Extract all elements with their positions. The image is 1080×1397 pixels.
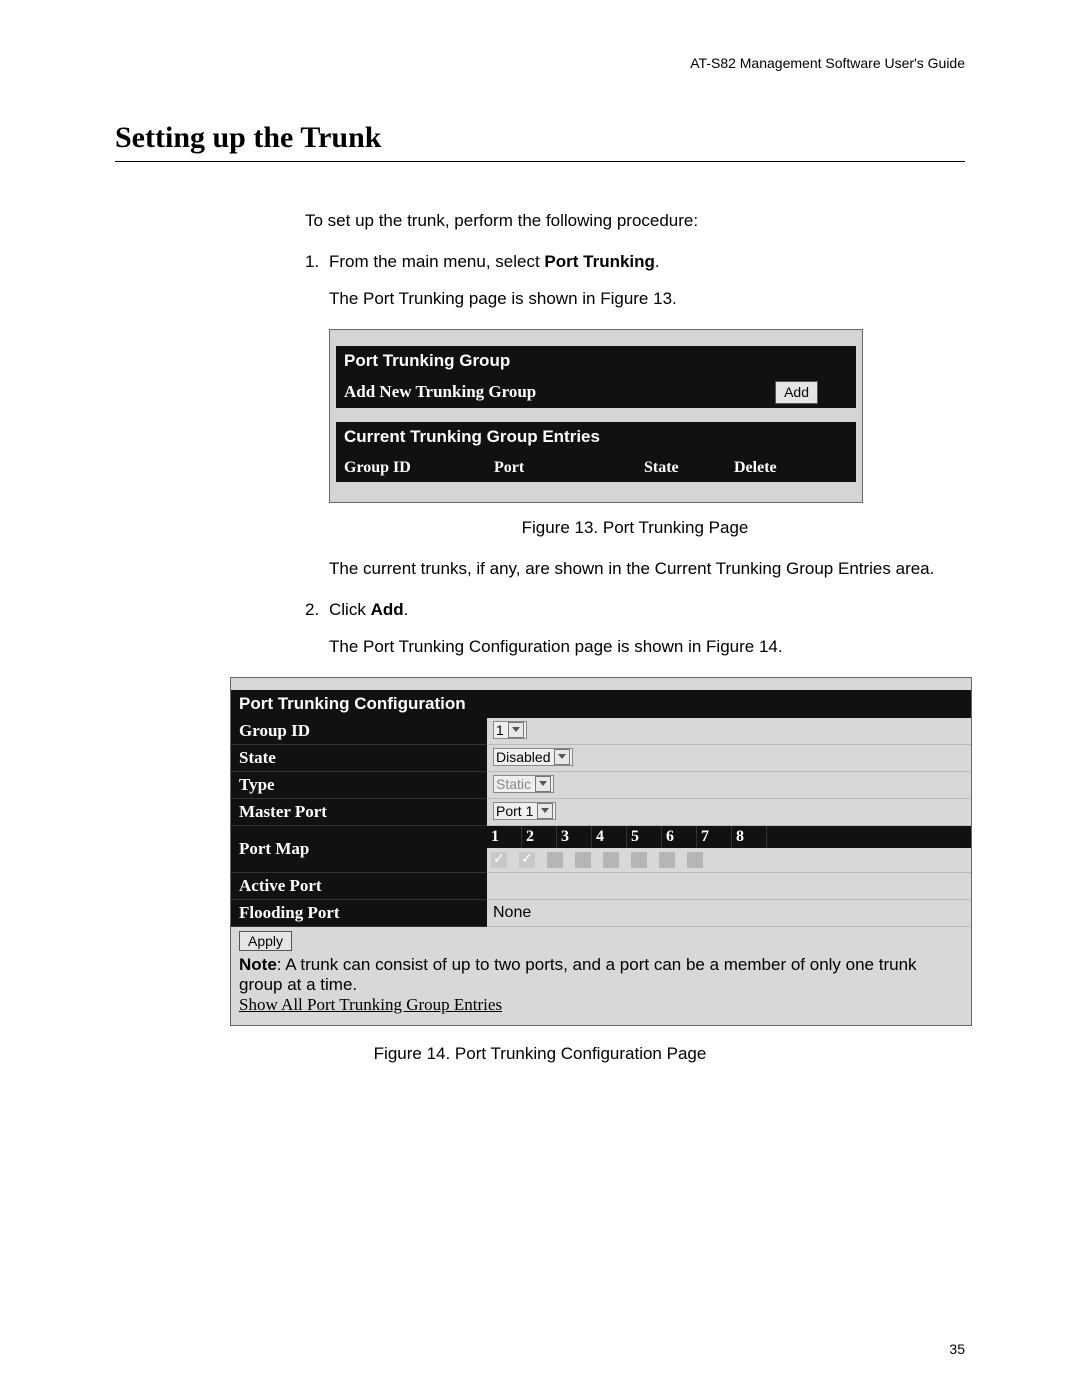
step-2: 2.Click Add. xyxy=(305,599,965,622)
select-state[interactable]: Disabled xyxy=(493,748,573,766)
figure-13: Port Trunking Group Add New Trunking Gro… xyxy=(329,329,863,503)
note-line: Note: A trunk can consist of up to two p… xyxy=(239,955,963,995)
intro-text: To set up the trunk, perform the followi… xyxy=(305,210,965,233)
value-active-port xyxy=(487,872,971,899)
value-flooding-port: None xyxy=(487,899,971,926)
col-port: Port xyxy=(494,457,644,479)
doc-header: AT-S82 Management Software User's Guide xyxy=(115,55,965,71)
label-group-id: Group ID xyxy=(231,718,487,745)
label-type: Type xyxy=(231,771,487,798)
portmap-num: 8 xyxy=(732,826,767,848)
chevron-down-icon xyxy=(554,749,570,765)
fig13-caption: Figure 13. Port Trunking Page xyxy=(305,517,965,540)
step-2-after: The Port Trunking Configuration page is … xyxy=(329,636,965,659)
note-text: : A trunk can consist of up to two ports… xyxy=(239,955,917,994)
portmap-checkbox-8[interactable] xyxy=(687,852,703,868)
portmap-num: 3 xyxy=(557,826,592,848)
select-master-port-value: Port 1 xyxy=(496,803,533,819)
select-type-value: Static xyxy=(496,776,531,792)
portmap-checkbox-1[interactable] xyxy=(491,852,507,868)
portmap-checkboxes xyxy=(487,848,971,872)
portmap-checkbox-4[interactable] xyxy=(575,852,591,868)
chevron-down-icon xyxy=(508,722,524,738)
portmap-header: 1 2 3 4 5 6 7 8 xyxy=(487,826,971,848)
col-delete: Delete xyxy=(734,457,848,479)
portmap-checkbox-3[interactable] xyxy=(547,852,563,868)
label-master-port: Master Port xyxy=(231,798,487,825)
col-group-id: Group ID xyxy=(344,457,494,479)
col-state: State xyxy=(644,457,734,479)
fig13-columns: Group ID Port State Delete xyxy=(336,453,856,483)
portmap-num: 4 xyxy=(592,826,627,848)
fig14-caption: Figure 14. Port Trunking Configuration P… xyxy=(115,1044,965,1064)
label-state: State xyxy=(231,744,487,771)
step-1-bold: Port Trunking xyxy=(544,252,655,271)
portmap-num: 2 xyxy=(522,826,557,848)
step-2-bold: Add xyxy=(371,600,404,619)
portmap-checkbox-5[interactable] xyxy=(603,852,619,868)
portmap-checkbox-6[interactable] xyxy=(631,852,647,868)
step-1-text-prefix: From the main menu, select xyxy=(329,252,544,271)
select-master-port[interactable]: Port 1 xyxy=(493,802,556,820)
add-button[interactable]: Add xyxy=(775,381,818,404)
portmap-num: 1 xyxy=(487,826,522,848)
section-title: Setting up the Trunk xyxy=(115,121,965,155)
step-2-text-prefix: Click xyxy=(329,600,371,619)
portmap-num: 5 xyxy=(627,826,662,848)
after-fig13-text: The current trunks, if any, are shown in… xyxy=(329,558,965,581)
select-type: Static xyxy=(493,775,554,793)
step-1-after: The Port Trunking page is shown in Figur… xyxy=(329,288,965,311)
fig14-title: Port Trunking Configuration xyxy=(231,690,971,718)
label-port-map: Port Map xyxy=(231,825,487,872)
apply-button[interactable]: Apply xyxy=(239,931,292,951)
select-group-id-value: 1 xyxy=(496,722,504,738)
portmap-checkbox-7[interactable] xyxy=(659,852,675,868)
chevron-down-icon xyxy=(537,803,553,819)
select-group-id[interactable]: 1 xyxy=(493,721,527,739)
figure-14: Port Trunking Configuration Group ID 1 S… xyxy=(230,677,972,1026)
fig13-add-label: Add New Trunking Group xyxy=(344,381,775,404)
portmap-num: 6 xyxy=(662,826,697,848)
step-1-text-suffix: . xyxy=(655,252,660,271)
select-state-value: Disabled xyxy=(496,749,550,765)
show-all-link[interactable]: Show All Port Trunking Group Entries xyxy=(239,995,963,1015)
portmap-num: 7 xyxy=(697,826,732,848)
fig13-title: Port Trunking Group xyxy=(336,346,856,377)
fig13-entries-title: Current Trunking Group Entries xyxy=(336,422,856,453)
label-active-port: Active Port xyxy=(231,872,487,899)
step-1-number: 1. xyxy=(305,251,329,274)
note-bold: Note xyxy=(239,955,277,974)
step-2-number: 2. xyxy=(305,599,329,622)
step-1: 1.From the main menu, select Port Trunki… xyxy=(305,251,965,274)
fig13-add-row: Add New Trunking Group Add xyxy=(336,377,856,408)
page-number: 35 xyxy=(949,1341,965,1357)
section-rule xyxy=(115,161,965,162)
portmap-checkbox-2[interactable] xyxy=(519,852,535,868)
chevron-down-icon xyxy=(535,776,551,792)
step-2-text-suffix: . xyxy=(404,600,409,619)
label-flooding-port: Flooding Port xyxy=(231,899,487,926)
